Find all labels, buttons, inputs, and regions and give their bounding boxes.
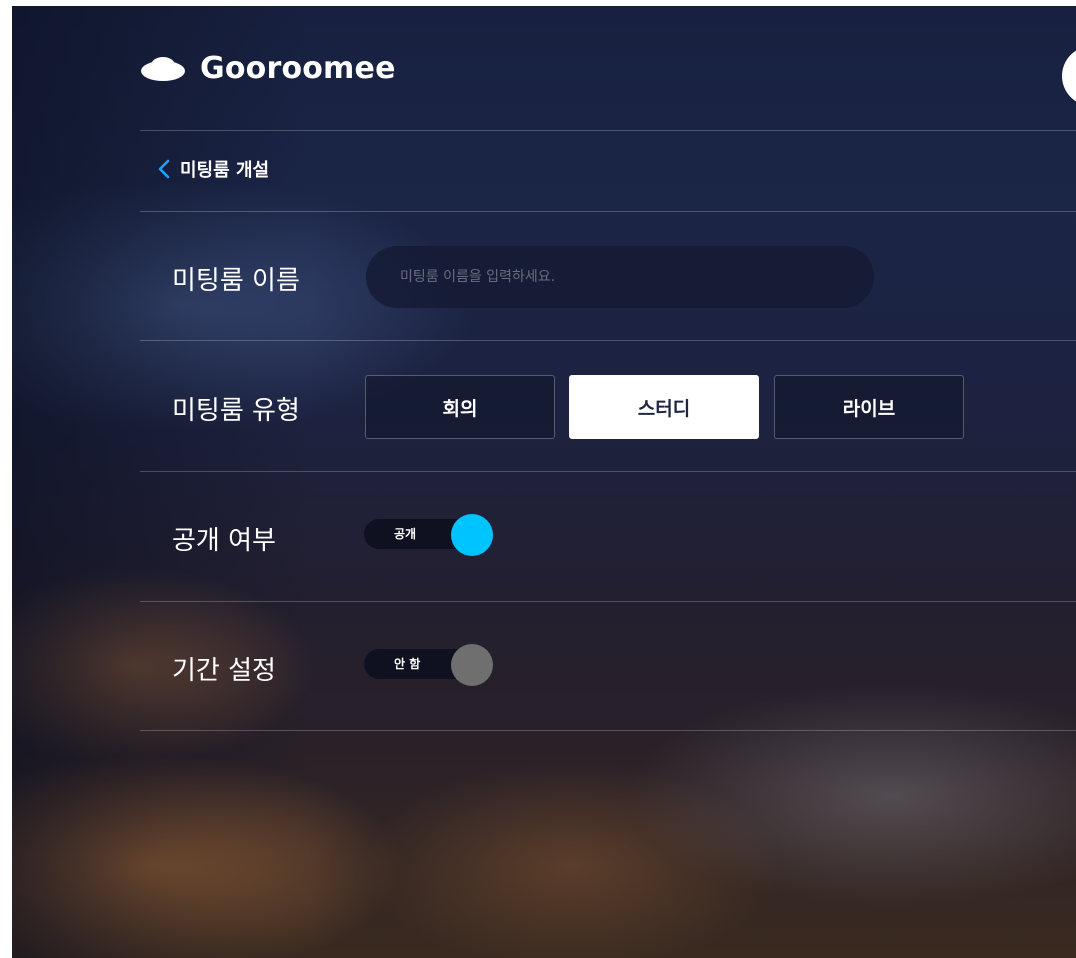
divider (140, 730, 1076, 731)
app-window: Gooroomee 미팅룸 개설 미팅룸 이름 미팅룸 유형 회의 스터디 라이… (12, 6, 1076, 958)
toggle-text: 안 함 (394, 657, 421, 671)
room-name-input[interactable] (366, 246, 874, 308)
visibility-toggle[interactable]: 공개 (364, 514, 498, 556)
brand-name: Gooroomee (200, 51, 396, 86)
back-button[interactable]: 미팅룸 개설 (158, 156, 269, 182)
divider (140, 130, 1076, 131)
profile-avatar[interactable] (1062, 46, 1076, 106)
brand-logo[interactable]: Gooroomee (140, 51, 396, 86)
room-type-label: 미팅룸 유형 (172, 396, 300, 426)
divider (140, 601, 1076, 602)
header: Gooroomee (140, 6, 1076, 132)
cloud-icon (141, 56, 185, 81)
toggle-knob (451, 514, 493, 556)
toggle-knob (451, 644, 493, 686)
page-title: 미팅룸 개설 (180, 160, 270, 181)
divider (140, 340, 1076, 341)
divider (140, 211, 1076, 212)
toggle-text: 공개 (394, 527, 417, 541)
period-toggle[interactable]: 안 함 (364, 644, 498, 686)
visibility-label: 공개 여부 (172, 526, 276, 556)
type-option-meeting[interactable]: 회의 (365, 375, 555, 439)
type-option-study[interactable]: 스터디 (569, 375, 759, 439)
room-name-label: 미팅룸 이름 (172, 266, 300, 296)
period-label: 기간 설정 (172, 656, 276, 686)
chevron-left-icon (158, 159, 170, 179)
type-option-live[interactable]: 라이브 (774, 375, 964, 439)
divider (140, 471, 1076, 472)
